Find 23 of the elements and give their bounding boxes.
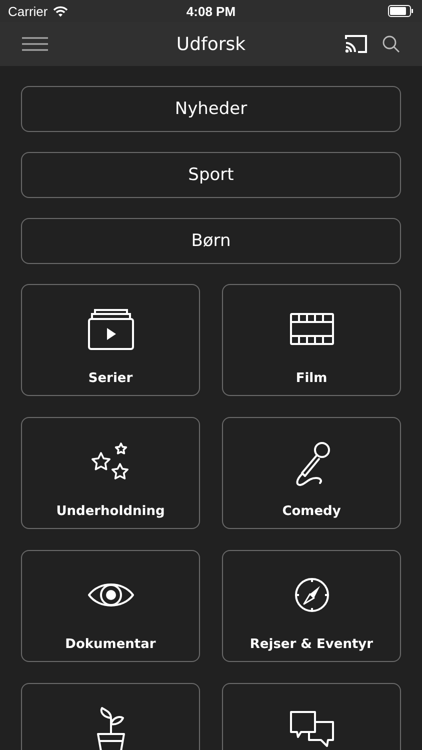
category-tile[interactable]: Underholdning xyxy=(21,417,200,529)
wifi-icon xyxy=(52,6,68,16)
menu-icon[interactable] xyxy=(22,37,48,51)
category-button[interactable]: Børn xyxy=(21,218,401,264)
battery-icon xyxy=(388,5,414,17)
category-tile[interactable]: Dokumentar xyxy=(21,550,200,662)
category-button[interactable]: Sport xyxy=(21,152,401,198)
category-tile[interactable]: Film xyxy=(222,284,401,396)
clock-time: 4:08 PM xyxy=(186,4,236,18)
cast-icon[interactable] xyxy=(344,34,368,54)
tile-label: Comedy xyxy=(282,504,341,519)
tile-label: Rejser & Eventyr xyxy=(250,637,374,652)
tile-label: Underholdning xyxy=(56,504,165,519)
category-tile[interactable]: Serier xyxy=(21,284,200,396)
search-icon[interactable] xyxy=(382,35,400,53)
tile-label: Film xyxy=(296,371,328,386)
category-button[interactable]: Nyheder xyxy=(21,86,401,132)
tile-label: Serier xyxy=(88,371,133,386)
tile-label: Dokumentar xyxy=(65,637,156,652)
category-tile[interactable]: Comedy xyxy=(222,417,401,529)
screen-title: Udforsk xyxy=(175,34,247,54)
carrier-name: Carrier xyxy=(8,4,48,18)
category-tile[interactable]: Rejser & Eventyr xyxy=(222,550,401,662)
